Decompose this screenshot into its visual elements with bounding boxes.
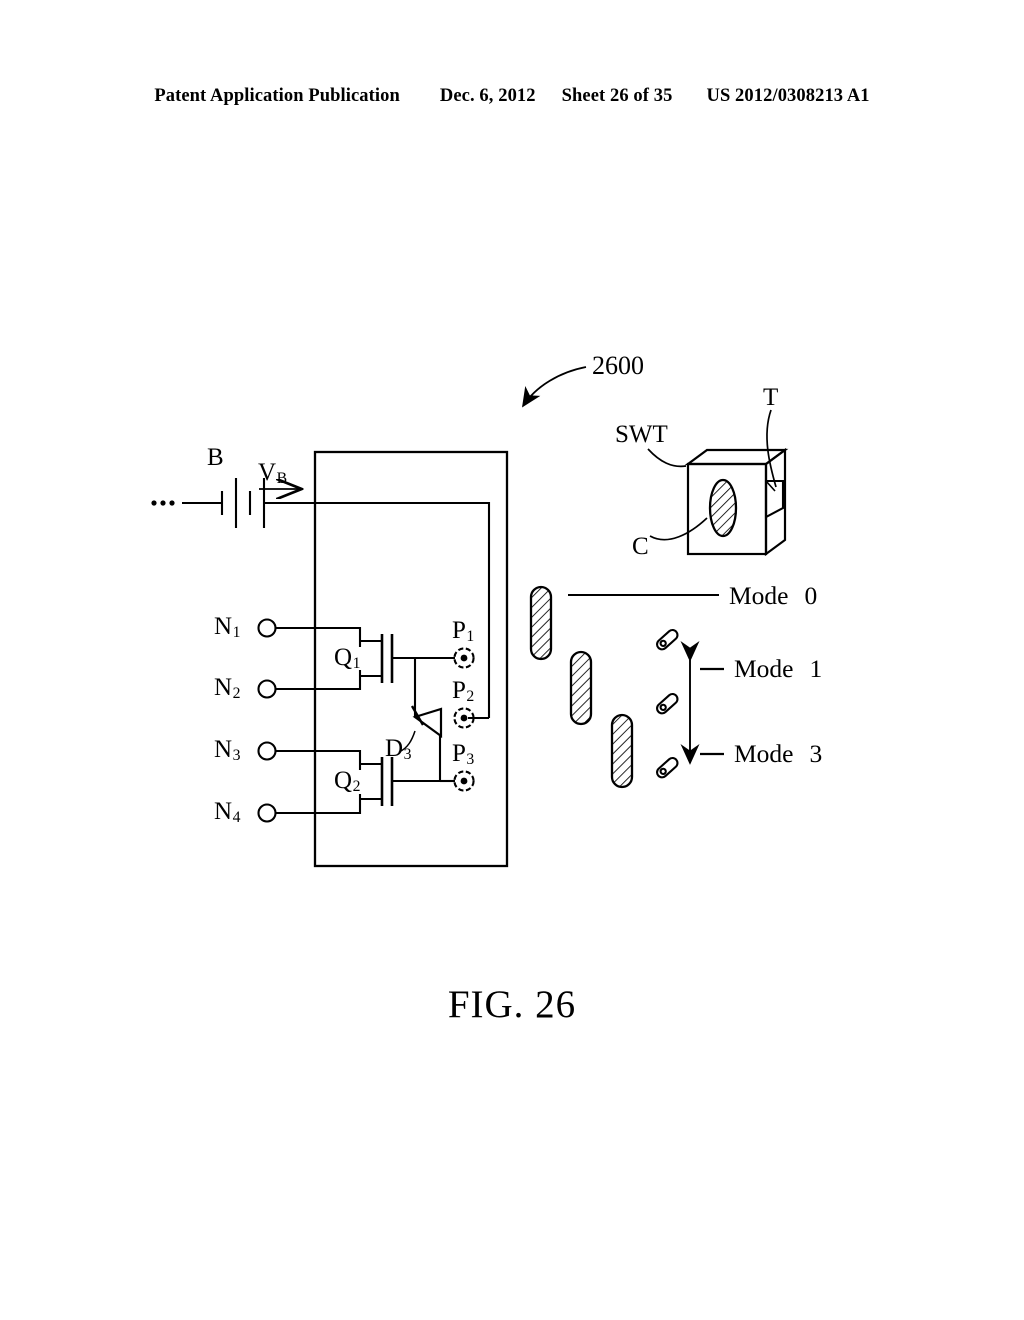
switch-label-swt: SWT bbox=[615, 421, 668, 448]
mode-1-number: 1 bbox=[809, 654, 823, 683]
terminal-n3-subscript: 3 bbox=[232, 746, 241, 764]
port-label-p1: P1 bbox=[452, 618, 474, 645]
terminal-n1-symbol: N bbox=[214, 613, 233, 640]
figure-caption: FIG. 26 bbox=[447, 983, 577, 1026]
terminal-circles bbox=[257, 618, 277, 823]
transistor-q2-subscript: 2 bbox=[352, 777, 361, 795]
terminal-label-n2: N2 bbox=[214, 675, 240, 702]
swt-leader-line bbox=[647, 448, 687, 468]
mode-0-text: Mode bbox=[729, 581, 789, 610]
reference-leader-line bbox=[522, 366, 587, 408]
patent-figure-page: Patent Application Publication Dec. 6, 20… bbox=[0, 0, 1024, 1320]
diode-d3-subscript: 3 bbox=[403, 745, 412, 763]
terminal-n2-symbol: N bbox=[214, 674, 233, 701]
port-p1-symbol bbox=[453, 647, 475, 669]
diode-d3-symbol: D bbox=[385, 735, 404, 762]
indicator-mark-3 bbox=[656, 756, 679, 779]
indicator-mark-2 bbox=[656, 692, 679, 715]
switch-label-c: C bbox=[632, 533, 649, 560]
transistor-q1 bbox=[360, 634, 415, 683]
transistor-q2 bbox=[360, 757, 440, 806]
port-p1-symbol-text: P bbox=[452, 617, 466, 644]
reference-numeral-2600: 2600 bbox=[592, 351, 644, 380]
mode-indicator-marks bbox=[656, 628, 679, 779]
terminal-n4-symbol: N bbox=[214, 798, 233, 825]
terminal-n3-symbol: N bbox=[214, 736, 233, 763]
battery-symbol bbox=[182, 478, 315, 528]
indicator-mark-1 bbox=[656, 628, 679, 651]
mode-capsule-0 bbox=[529, 585, 553, 661]
transistor-q1-symbol: Q bbox=[334, 644, 353, 671]
switch-contact-oval bbox=[708, 478, 738, 538]
port-p3-subscript: 3 bbox=[466, 750, 475, 768]
port-p3-symbol-text: P bbox=[452, 740, 466, 767]
port-label-p3: P3 bbox=[452, 741, 474, 768]
battery-voltage-subscript: B bbox=[276, 469, 288, 487]
battery-voltage-symbol: V bbox=[258, 459, 277, 486]
port-symbols bbox=[453, 647, 475, 792]
mode-label-3: Mode 3 bbox=[734, 741, 822, 767]
port-label-p2: P2 bbox=[452, 678, 474, 705]
mode-capsules bbox=[529, 585, 634, 789]
battery-label-b: B bbox=[207, 444, 224, 471]
transistor-label-q1: Q1 bbox=[334, 645, 360, 672]
terminal-n1-subscript: 1 bbox=[232, 623, 241, 641]
mode-capsule-1 bbox=[569, 650, 593, 726]
mode-0-number: 0 bbox=[804, 581, 818, 610]
port-p2-subscript: 2 bbox=[466, 687, 475, 705]
mode-capsule-3 bbox=[610, 713, 634, 789]
terminal-label-n1: N1 bbox=[214, 614, 240, 641]
terminal-n4-subscript: 4 bbox=[232, 808, 241, 826]
terminal-label-n4: N4 bbox=[214, 799, 240, 826]
transistor-q2-symbol: Q bbox=[334, 767, 353, 794]
terminal-label-n3: N3 bbox=[214, 737, 240, 764]
diode-label-d3: D3 bbox=[385, 736, 411, 763]
figure-drawing bbox=[151, 366, 789, 868]
c-leader-line bbox=[649, 517, 708, 541]
battery-voltage-label: VB bbox=[258, 460, 287, 487]
mode-3-text: Mode bbox=[734, 739, 794, 768]
mode-1-text: Mode bbox=[734, 654, 794, 683]
port-p3-symbol bbox=[453, 770, 475, 792]
switch-label-t: T bbox=[763, 384, 779, 411]
transistor-label-q2: Q2 bbox=[334, 768, 360, 795]
port-p2-symbol-text: P bbox=[452, 677, 466, 704]
mode-label-1: Mode 1 bbox=[734, 656, 822, 682]
transistor-q1-subscript: 1 bbox=[352, 654, 361, 672]
t-leader-line bbox=[766, 409, 777, 488]
battery-lead-dots bbox=[151, 500, 175, 506]
terminal-n2-subscript: 2 bbox=[232, 684, 241, 702]
mode-3-number: 3 bbox=[809, 739, 823, 768]
port-p1-subscript: 1 bbox=[466, 627, 475, 645]
mode-label-0: Mode 0 bbox=[729, 583, 817, 609]
